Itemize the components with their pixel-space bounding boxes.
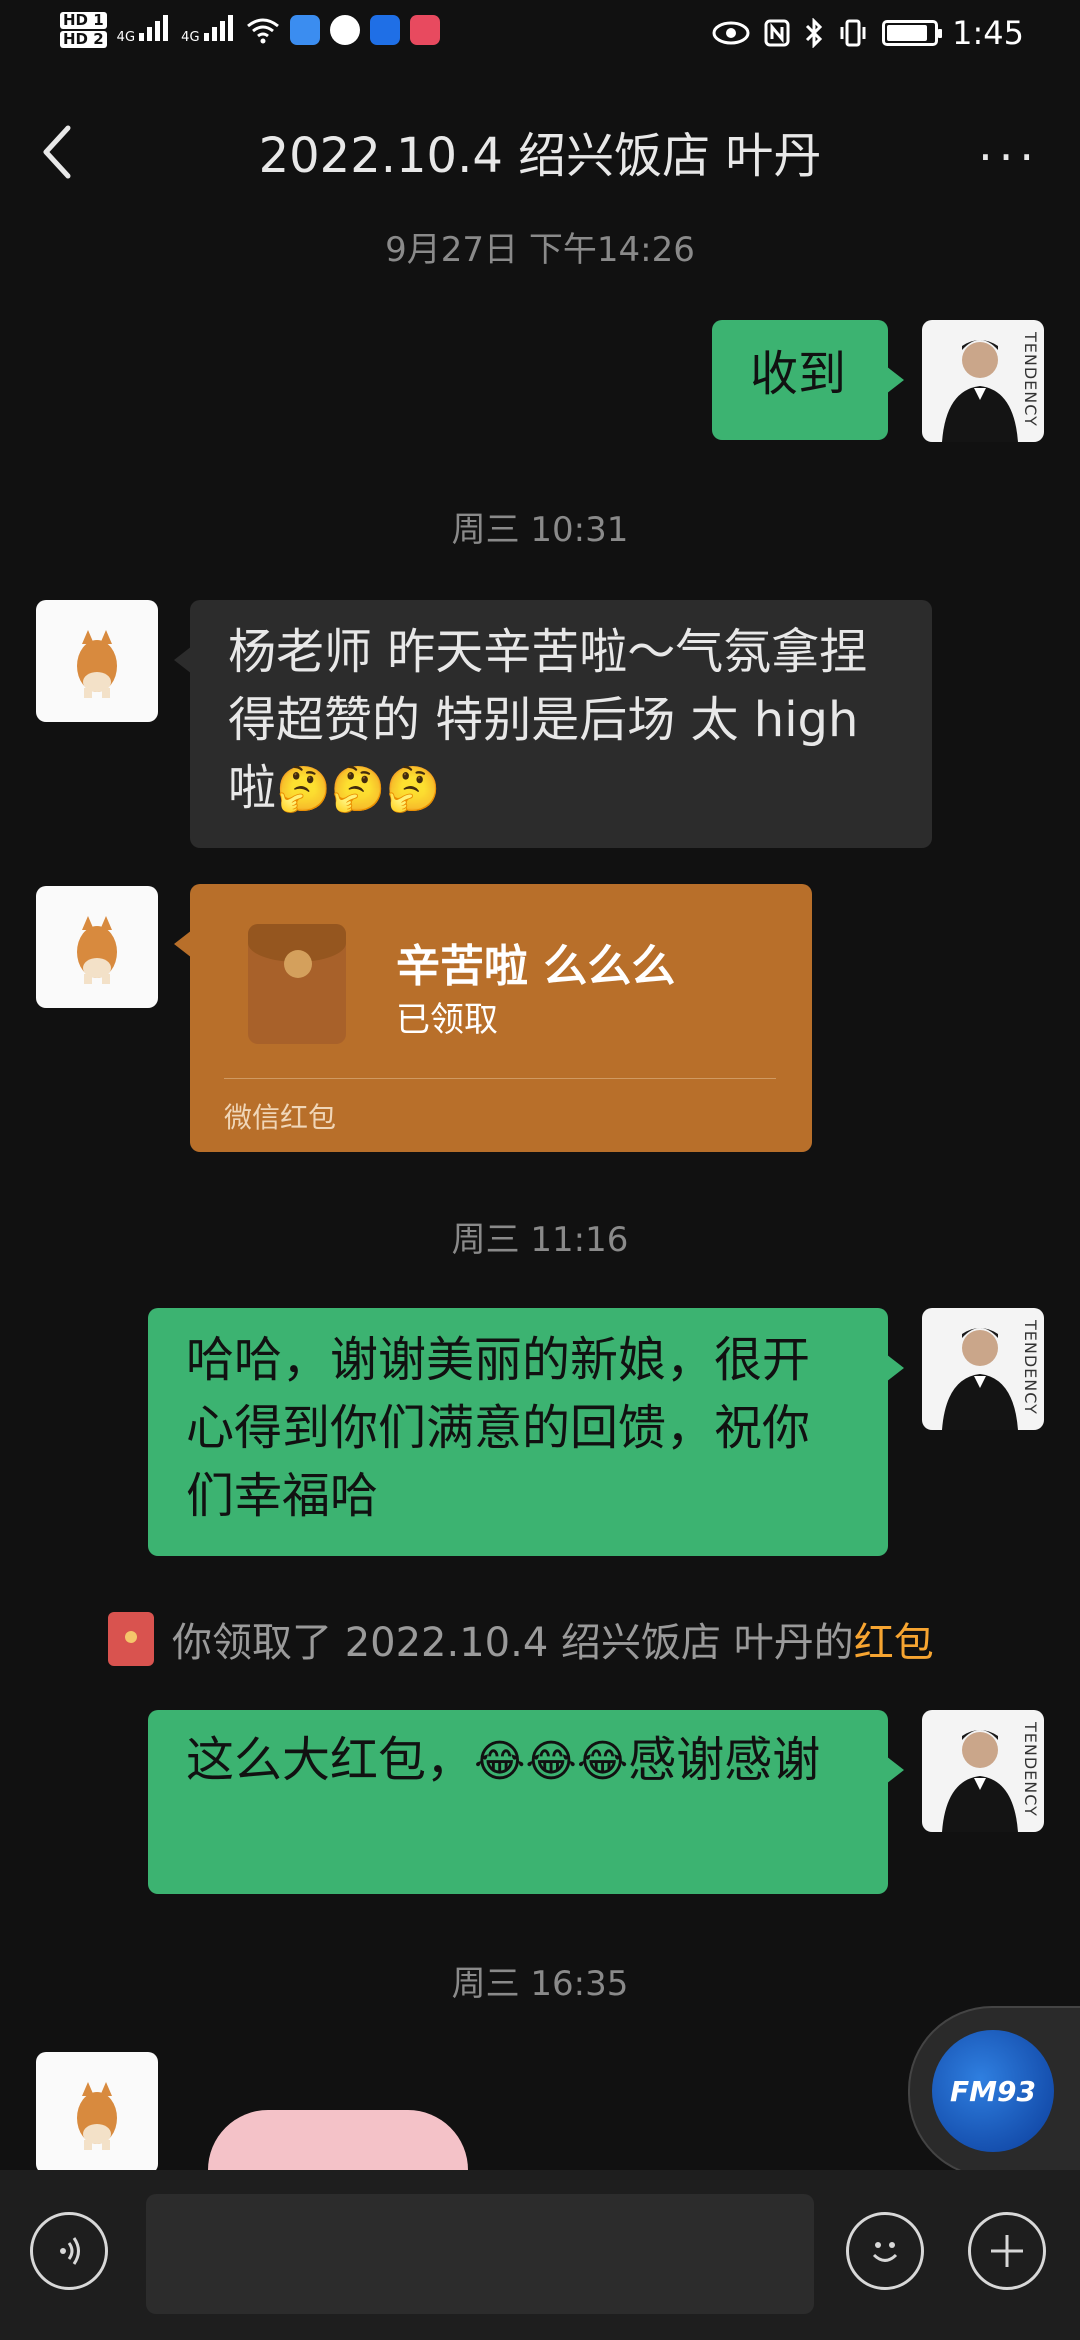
wifi-icon bbox=[246, 18, 279, 44]
clock: 1:45 bbox=[952, 14, 1024, 52]
my-avatar[interactable]: TENDENCY bbox=[922, 1308, 1044, 1430]
red-packet-icon bbox=[108, 1612, 154, 1666]
input-bar bbox=[0, 2170, 1080, 2340]
plus-icon[interactable] bbox=[968, 2212, 1046, 2290]
camera-app-icon bbox=[329, 15, 360, 45]
contact-avatar[interactable] bbox=[36, 2052, 158, 2174]
contact-avatar[interactable] bbox=[36, 886, 158, 1008]
net2-label: 4G bbox=[181, 30, 200, 45]
thinking-emoji: 🤔🤔🤔 bbox=[276, 764, 441, 815]
timestamp: 周三 10:31 bbox=[451, 510, 629, 550]
eye-icon bbox=[712, 21, 750, 45]
divider bbox=[224, 1078, 776, 1079]
timestamp: 周三 11:16 bbox=[451, 1220, 629, 1260]
corgi-icon bbox=[77, 2082, 117, 2150]
message-text: 哈哈，谢谢美丽的新娘，很开心得到你们满意的回馈，祝你们幸福哈 bbox=[186, 1332, 811, 1524]
nfc-icon bbox=[764, 19, 790, 47]
contact-avatar[interactable] bbox=[36, 600, 158, 722]
bluetooth-icon bbox=[806, 18, 823, 48]
system-message: 你领取了 2022.10.4 绍兴饭店 叶丹的红包 bbox=[108, 1610, 934, 1668]
status-bar: HD 1 HD 2 4G 4G 1:45 bbox=[0, 0, 1080, 72]
brand-tag: TENDENCY bbox=[1021, 332, 1040, 427]
brand-tag: TENDENCY bbox=[1021, 1722, 1040, 1817]
status-left: HD 1 HD 2 4G 4G bbox=[60, 10, 440, 50]
hd2-label: HD 2 bbox=[60, 31, 107, 48]
my-avatar[interactable]: TENDENCY bbox=[922, 1710, 1044, 1832]
corgi-icon bbox=[77, 916, 117, 984]
message-input[interactable] bbox=[146, 2194, 814, 2314]
red-packet-link[interactable]: 红包 bbox=[854, 1620, 934, 1666]
hd-indicator: HD 1 HD 2 bbox=[60, 10, 107, 50]
voice-icon[interactable] bbox=[30, 2212, 108, 2290]
red-packet-title: 辛苦啦 么么么 bbox=[396, 941, 676, 992]
emoji-icon[interactable] bbox=[846, 2212, 924, 2290]
fm-radio-icon: FM93 bbox=[932, 2030, 1054, 2152]
system-text: 你领取了 2022.10.4 绍兴饭店 叶丹的 bbox=[172, 1620, 854, 1666]
red-packet-card[interactable]: 辛苦啦 么么么 已领取 微信红包 bbox=[174, 884, 812, 1152]
cloud-app-icon bbox=[289, 15, 320, 45]
hd1-label: HD 1 bbox=[60, 12, 107, 29]
floating-radio-widget[interactable]: FM93 bbox=[908, 2006, 1080, 2178]
message-bubble-sent[interactable]: 收到 bbox=[712, 320, 904, 440]
signal2-icon: 4G bbox=[181, 15, 236, 45]
message-text: 收到 bbox=[750, 346, 847, 402]
message-text: 这么大红包， bbox=[186, 1732, 475, 1788]
bulb-app-icon bbox=[369, 15, 400, 45]
brand-tag: TENDENCY bbox=[1021, 1320, 1040, 1415]
my-avatar[interactable]: TENDENCY bbox=[922, 320, 1044, 442]
sticker-message[interactable] bbox=[208, 2110, 468, 2170]
status-right: 1:45 bbox=[712, 14, 1024, 52]
message-bubble-sent[interactable]: 这么大红包，😂😂😂感谢感谢 bbox=[148, 1710, 904, 1894]
battery-icon bbox=[882, 20, 943, 46]
laughing-emoji: 😂😂😂 bbox=[474, 1736, 629, 1787]
corgi-icon bbox=[77, 630, 117, 698]
timestamp: 9月27日 下午14:26 bbox=[385, 230, 695, 270]
book-app-icon bbox=[409, 15, 440, 45]
chat-title: 2022.10.4 绍兴饭店 叶丹 bbox=[258, 128, 822, 184]
red-packet-footer: 微信红包 bbox=[224, 1101, 337, 1134]
red-packet-envelope-icon bbox=[248, 924, 346, 1044]
net1-label: 4G bbox=[116, 30, 136, 45]
message-text: 感谢感谢 bbox=[628, 1732, 821, 1788]
more-icon[interactable]: ··· bbox=[978, 130, 1040, 184]
vibrate-icon bbox=[840, 19, 866, 47]
message-bubble-received[interactable]: 杨老师 昨天辛苦啦～气氛拿捏得超赞的 特别是后场 太 high 啦🤔🤔🤔 bbox=[174, 600, 932, 848]
message-bubble-sent[interactable]: 哈哈，谢谢美丽的新娘，很开心得到你们满意的回馈，祝你们幸福哈 bbox=[148, 1308, 904, 1556]
signal-icon: 4G bbox=[117, 15, 172, 45]
chat-header: 2022.10.4 绍兴饭店 叶丹 ··· bbox=[0, 80, 1080, 220]
timestamp: 周三 16:35 bbox=[451, 1964, 629, 2004]
red-packet-status: 已领取 bbox=[396, 1000, 498, 1040]
